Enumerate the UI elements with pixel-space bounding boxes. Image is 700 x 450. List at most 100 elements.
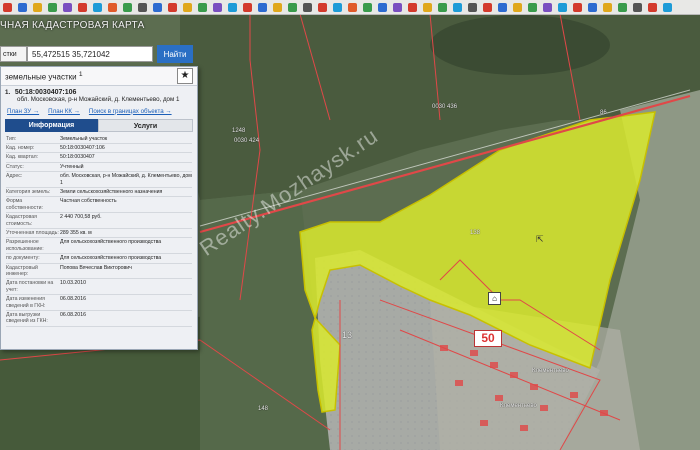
bookmark-favicon-icon[interactable] xyxy=(618,2,627,12)
bookmark-favicon-icon[interactable] xyxy=(153,2,162,12)
info-row-key: Адрес: xyxy=(6,173,23,180)
link-plan-kk[interactable]: План КК → xyxy=(48,108,80,115)
bookmark-favicon-icon[interactable] xyxy=(603,2,612,12)
bookmark-favicon-icon[interactable] xyxy=(78,2,87,12)
panel-header: земельные участки 1 ★ xyxy=(1,67,197,86)
bookmark-favicon-icon[interactable] xyxy=(123,2,132,12)
bookmark-favicon-icon[interactable] xyxy=(363,2,372,12)
bookmark-favicon-icon[interactable] xyxy=(423,2,432,12)
result-number: 1. xyxy=(5,89,11,96)
bookmark-favicon-icon[interactable] xyxy=(438,2,447,12)
bookmark-favicon-icon[interactable] xyxy=(513,2,522,12)
info-row: Дата постановки на учет: 10.03.2010 xyxy=(6,279,192,296)
bookmark-favicon-icon[interactable] xyxy=(63,2,72,12)
tab-information[interactable]: Информация xyxy=(5,118,98,132)
panel-title: земельные участки 1 xyxy=(5,70,83,82)
info-row-value: Земельный участок xyxy=(60,135,108,142)
bookmark-favicon-icon[interactable] xyxy=(408,2,417,12)
bookmark-favicon-icon[interactable] xyxy=(333,2,342,12)
info-row: Кадастровый инженер: Попова Вячеслав Викт… xyxy=(6,264,192,280)
tab-services[interactable]: Услуги xyxy=(98,118,193,132)
bookmark-favicon-icon[interactable] xyxy=(228,2,237,12)
search-bar: стки Найти xyxy=(0,45,195,63)
info-row: Разрешенное использование: Для сельскохоз… xyxy=(6,238,192,255)
info-row-value[interactable]: 50:18:0030407:106 xyxy=(60,145,192,151)
info-row-key: Кадастровая стоимость: xyxy=(6,214,37,227)
house-marker-icon[interactable]: ⌂ xyxy=(488,292,501,305)
browser-bookmarks-bar xyxy=(0,0,700,15)
info-row-value: 06.08.2016 xyxy=(60,312,86,319)
mouse-cursor-icon: ⇱ xyxy=(536,234,544,244)
bookmark-favicon-icon[interactable] xyxy=(3,2,12,12)
map-label: 1248 xyxy=(232,128,246,134)
info-row: Дата выгрузки сведений из ГКН: 06.08.2016 xyxy=(6,311,192,327)
result-entry[interactable]: 1. 50:18:0030407:106 обл. Московская, р-… xyxy=(1,86,197,106)
bookmark-favicon-icon[interactable] xyxy=(198,2,207,12)
bookmark-favicon-icon[interactable] xyxy=(393,2,402,12)
result-cadastral-number[interactable]: 50:18:0030407:106 xyxy=(15,89,77,96)
info-row: Категория земель: Земли сельскохозяйствен… xyxy=(6,188,192,198)
bookmark-favicon-icon[interactable] xyxy=(468,2,477,12)
bookmark-favicon-icon[interactable] xyxy=(183,2,192,12)
link-plan-zu[interactable]: План ЗУ → xyxy=(7,108,39,115)
info-row-value[interactable]: 50:18:0030407 xyxy=(60,154,192,160)
bookmark-favicon-icon[interactable] xyxy=(318,2,327,12)
bookmark-favicon-icon[interactable] xyxy=(93,2,102,12)
map-label: Клементьево xyxy=(532,368,569,374)
search-type-select[interactable]: стки xyxy=(0,46,27,62)
bookmark-favicon-icon[interactable] xyxy=(288,2,297,12)
search-input[interactable] xyxy=(27,46,153,62)
info-table: Тип: Земельный участок Кад. номер: 50:18:00… xyxy=(1,134,197,328)
bookmark-favicon-icon[interactable] xyxy=(138,2,147,12)
bookmark-favicon-icon[interactable] xyxy=(498,2,507,12)
map-label: 13 xyxy=(342,330,353,340)
bookmark-favicon-icon[interactable] xyxy=(528,2,537,12)
bookmark-favicon-icon[interactable] xyxy=(303,2,312,12)
bookmark-favicon-icon[interactable] xyxy=(258,2,267,12)
find-button[interactable]: Найти xyxy=(157,45,193,63)
parcel-links: План ЗУ → План КК → Поиск в границах объ… xyxy=(1,106,197,117)
bookmark-favicon-icon[interactable] xyxy=(648,2,657,12)
panel-tabs: Информация Услуги xyxy=(5,118,193,132)
info-row-value: 2 440 700,58 руб. xyxy=(60,214,102,221)
result-address: обл. Московская, р-н Можайский, д. Клеме… xyxy=(17,96,180,103)
info-row-key: Категория земель: xyxy=(6,188,51,195)
bookmark-favicon-icon[interactable] xyxy=(108,2,117,12)
bookmark-favicon-icon[interactable] xyxy=(378,2,387,12)
info-row-value: Частная собственность xyxy=(60,198,117,205)
map-label: 0030 424 xyxy=(234,138,260,144)
bookmark-favicon-icon[interactable] xyxy=(453,2,462,12)
bookmark-favicon-icon[interactable] xyxy=(348,2,357,12)
info-row: Адрес: обл. Московская, р-н Можайский, д.… xyxy=(6,172,192,188)
bookmark-favicon-icon[interactable] xyxy=(48,2,57,12)
bookmark-favicon-icon[interactable] xyxy=(663,2,672,12)
info-row: Кад. квартал: 50:18:0030407 xyxy=(6,153,192,163)
bookmark-favicon-icon[interactable] xyxy=(213,2,222,12)
bookmark-favicon-icon[interactable] xyxy=(273,2,282,12)
info-row: Статус: Учтенный xyxy=(6,163,192,173)
favorite-star-icon[interactable]: ★ xyxy=(177,68,193,84)
info-row-value: 10.03.2010 xyxy=(60,280,86,287)
bookmark-favicon-icon[interactable] xyxy=(33,2,42,12)
link-search-bounds[interactable]: Поиск в границах объекта → xyxy=(89,108,172,115)
parcel-info-panel: земельные участки 1 ★ 1. 50:18:0030407:1… xyxy=(0,66,198,350)
bookmark-favicon-icon[interactable] xyxy=(168,2,177,12)
bookmark-favicon-icon[interactable] xyxy=(558,2,567,12)
bookmark-favicon-icon[interactable] xyxy=(18,2,27,12)
info-row-key: Статус: xyxy=(6,163,24,170)
bookmark-favicon-icon[interactable] xyxy=(588,2,597,12)
info-row: Дата изменения сведений в ГКН: 06.08.2016 xyxy=(6,295,192,312)
bookmark-favicon-icon[interactable] xyxy=(573,2,582,12)
info-row-key: Дата изменения сведений в ГКН: xyxy=(6,296,46,309)
bookmark-favicon-icon[interactable] xyxy=(633,2,642,12)
info-row-key: Форма собственности: xyxy=(6,198,43,211)
info-row-key: Кад. квартал: xyxy=(6,154,39,161)
info-row-value: 06.08.2016 xyxy=(60,296,86,303)
bookmark-favicon-icon[interactable] xyxy=(543,2,552,12)
info-row-key: Дата выгрузки сведений из ГКН: xyxy=(6,312,48,325)
map-label: 0030 436 xyxy=(432,104,458,110)
info-row: Форма собственности: Частная собственност… xyxy=(6,197,192,214)
bookmark-favicon-icon[interactable] xyxy=(483,2,492,12)
bookmark-favicon-icon[interactable] xyxy=(243,2,252,12)
map-label: 86 xyxy=(600,110,607,116)
